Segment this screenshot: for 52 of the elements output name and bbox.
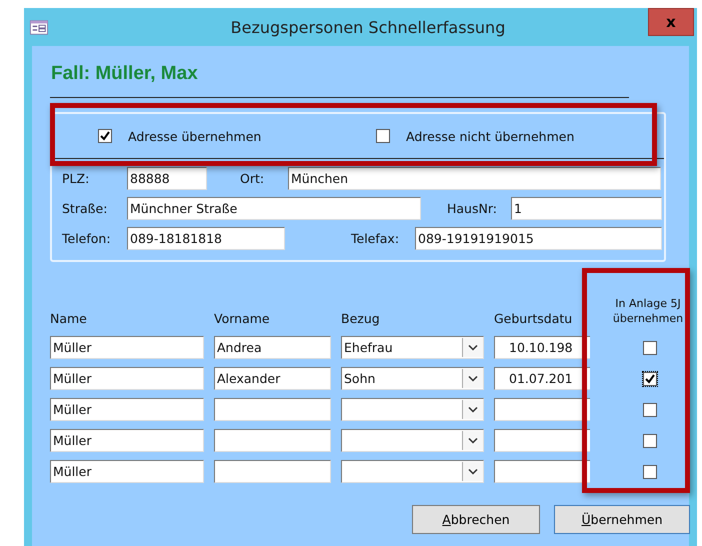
option-label: Adresse übernehmen xyxy=(128,128,262,144)
text-field[interactable] xyxy=(214,429,331,452)
option-label: Adresse nicht übernehmen xyxy=(406,128,574,144)
field-label: Straße: xyxy=(62,201,108,216)
checkbox[interactable] xyxy=(643,464,657,478)
column-header: In Anlage 5J übernehmen xyxy=(612,296,684,327)
text-field[interactable]: Müller xyxy=(50,398,204,421)
text-field[interactable]: 089-18181818 xyxy=(127,227,285,250)
field-label: Telefon: xyxy=(62,231,112,246)
field-label: HausNr: xyxy=(446,201,498,216)
dropdown-field[interactable] xyxy=(341,398,484,421)
dialog-button[interactable]: Abbrechen xyxy=(412,505,540,534)
text-field[interactable]: München xyxy=(288,167,661,190)
column-header: Geburtsdatu xyxy=(494,311,574,328)
date-field[interactable] xyxy=(494,429,590,452)
checkbox[interactable] xyxy=(643,402,657,416)
dropdown-field[interactable] xyxy=(341,429,484,452)
text-field[interactable]: 1 xyxy=(511,197,662,220)
text-field[interactable]: Müller xyxy=(50,367,204,390)
dialog-button[interactable]: Übernehmen xyxy=(554,505,690,534)
text-field[interactable]: Andrea xyxy=(214,336,331,359)
field-label: Ort: xyxy=(239,171,266,186)
checkbox[interactable] xyxy=(98,129,112,143)
text-field[interactable]: 089-19191919015 xyxy=(415,227,662,250)
checkbox[interactable] xyxy=(643,340,657,354)
text-field[interactable]: Müller xyxy=(50,429,204,452)
text-field[interactable]: Alexander xyxy=(214,367,331,390)
close-button[interactable]: x xyxy=(648,8,694,36)
dropdown-field[interactable] xyxy=(341,460,484,483)
text-field[interactable]: Müller xyxy=(50,460,204,483)
text-field[interactable]: 88888 xyxy=(127,167,207,190)
dropdown-field[interactable]: Ehefrau xyxy=(341,336,484,359)
date-field[interactable] xyxy=(494,398,590,421)
date-field[interactable]: 01.07.201 xyxy=(494,367,590,390)
form-icon xyxy=(30,20,48,34)
date-field[interactable] xyxy=(494,460,590,483)
column-header: Bezug xyxy=(341,311,381,328)
column-header: Name xyxy=(50,311,88,328)
checkbox[interactable] xyxy=(643,372,657,386)
checkbox[interactable] xyxy=(643,434,657,448)
field-label: PLZ: xyxy=(62,171,90,186)
case-heading: Fall: Müller, Max xyxy=(50,46,629,98)
field-label: Telefax: xyxy=(350,231,400,246)
column-header: Vorname xyxy=(214,311,271,328)
text-field[interactable] xyxy=(214,398,331,421)
window-title: Bezugspersonen Schnellerfassung xyxy=(230,18,506,36)
checkbox[interactable] xyxy=(376,129,390,143)
text-field[interactable]: Münchner Straße xyxy=(127,197,421,220)
dropdown-field[interactable]: Sohn xyxy=(341,367,484,390)
text-field[interactable]: Müller xyxy=(50,336,204,359)
date-field[interactable]: 10.10.198 xyxy=(494,336,590,359)
text-field[interactable] xyxy=(214,460,331,483)
